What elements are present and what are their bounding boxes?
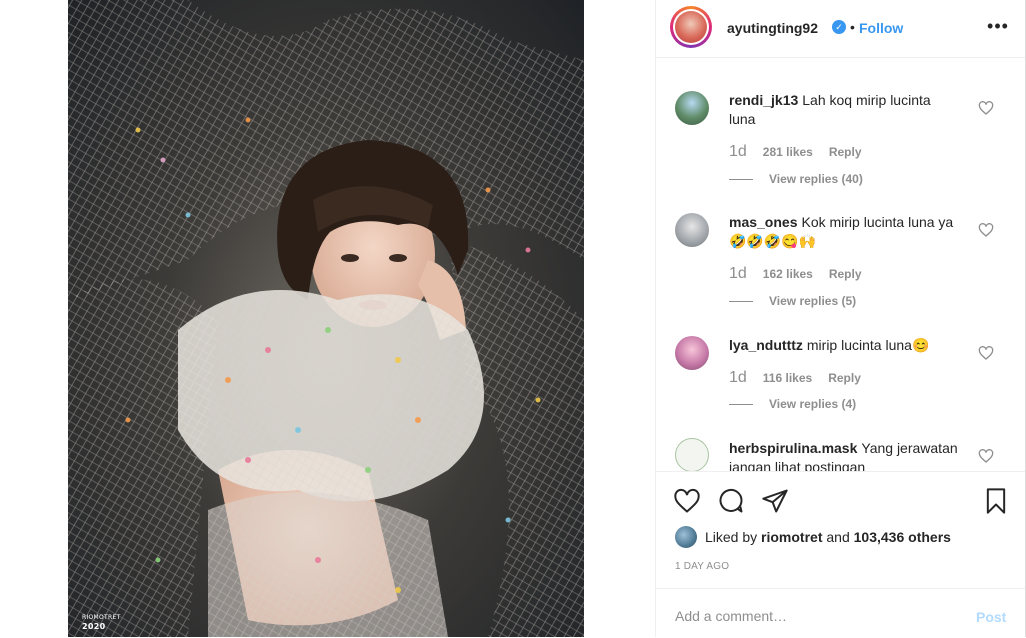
view-replies-label: View replies (4): [769, 397, 857, 411]
comment-input[interactable]: Add a comment…: [675, 608, 787, 624]
commenter-username[interactable]: rendi_jk13: [729, 92, 798, 108]
comment-icon[interactable]: [717, 487, 745, 515]
comment-age: 1d: [729, 143, 747, 160]
comment-heart-icon[interactable]: [978, 448, 994, 464]
liker-username[interactable]: riomotret: [761, 529, 822, 545]
comment-meta: 1d 116 likes Reply: [729, 369, 861, 387]
commenter-avatar[interactable]: [675, 91, 709, 125]
commenter-avatar[interactable]: [675, 438, 709, 471]
commenter-username[interactable]: herbspirulina.mask: [729, 440, 857, 456]
comment-text-block: herbspirulina.mask Yang jerawatan jangan …: [729, 439, 959, 471]
comment-heart-icon[interactable]: [978, 222, 994, 238]
comment-body: mirip lucinta luna😊: [806, 337, 930, 353]
owner-username[interactable]: ayutingting92: [727, 20, 818, 36]
view-replies-label: View replies (40): [769, 172, 863, 186]
commenter-username[interactable]: lya_ndutttz: [729, 337, 803, 353]
post-side-panel: ayutingting92 ✓ • Follow ••• rendi_jk13 L…: [655, 0, 1026, 637]
commenter-avatar[interactable]: [675, 336, 709, 370]
watermark-year: 2020: [82, 622, 106, 631]
comment-text-block: rendi_jk13 Lah koq mirip lucinta luna: [729, 91, 959, 129]
post-media-area: RIOMOTRET 2020: [0, 0, 655, 637]
replies-divider: [729, 179, 753, 181]
post-comment-button[interactable]: Post: [976, 609, 1006, 625]
avatar-image: [675, 11, 707, 43]
comment-age: 1d: [729, 369, 747, 386]
comment-heart-icon[interactable]: [978, 100, 994, 116]
view-replies-button[interactable]: View replies (5): [729, 294, 856, 308]
view-replies-label: View replies (5): [769, 294, 857, 308]
header-separator: •: [850, 19, 855, 35]
comment-text-block: lya_ndutttz mirip lucinta luna😊: [729, 336, 959, 355]
more-options-button[interactable]: •••: [986, 14, 1010, 38]
reply-button[interactable]: Reply: [829, 267, 862, 281]
comment-text-block: mas_ones Kok mirip lucinta luna ya🤣🤣🤣😋🙌: [729, 213, 959, 251]
likes-connector: and: [826, 529, 850, 545]
bookmark-icon[interactable]: [982, 487, 1010, 515]
comment-likes[interactable]: 116 likes: [763, 371, 812, 385]
comment-likes[interactable]: 162 likes: [763, 267, 813, 281]
view-replies-button[interactable]: View replies (4): [729, 397, 856, 411]
comment-age: 1d: [729, 265, 747, 282]
post-header: ayutingting92 ✓ • Follow •••: [656, 0, 1025, 58]
heart-icon[interactable]: [673, 487, 701, 515]
commenter-username[interactable]: mas_ones: [729, 214, 797, 230]
watermark-brand: RIOMOTRET: [82, 614, 121, 621]
replies-divider: [729, 404, 753, 406]
comment-meta: 1d 281 likes Reply: [729, 143, 862, 161]
photo-watermark: RIOMOTRET 2020: [82, 613, 121, 631]
comment-heart-icon[interactable]: [978, 345, 994, 361]
follow-button[interactable]: Follow: [859, 20, 903, 36]
add-comment-bar: Add a comment… Post: [656, 588, 1025, 638]
post-action-bar: [656, 471, 1025, 522]
likes-others[interactable]: 103,436 others: [854, 529, 951, 545]
liker-avatar[interactable]: [675, 526, 697, 548]
photo-illustration: [68, 0, 584, 637]
likes-text: Liked by riomotret and 103,436 others: [705, 529, 951, 545]
replies-divider: [729, 301, 753, 303]
comment-meta: 1d 162 likes Reply: [729, 265, 862, 283]
share-icon[interactable]: [761, 487, 789, 515]
verified-icon: ✓: [832, 20, 846, 34]
reply-button[interactable]: Reply: [829, 145, 862, 159]
view-replies-button[interactable]: View replies (40): [729, 172, 863, 186]
commenter-avatar[interactable]: [675, 213, 709, 247]
post-timestamp[interactable]: 1 DAY AGO: [675, 561, 729, 572]
reply-button[interactable]: Reply: [828, 371, 861, 385]
comments-list[interactable]: rendi_jk13 Lah koq mirip lucinta luna 1d 2…: [656, 58, 1025, 471]
likes-summary: Liked by riomotret and 103,436 others: [675, 526, 1015, 548]
likes-prefix: Liked by: [705, 529, 758, 545]
comment-likes[interactable]: 281 likes: [763, 145, 813, 159]
owner-avatar[interactable]: [670, 6, 712, 48]
post-photo[interactable]: RIOMOTRET 2020: [68, 0, 584, 637]
